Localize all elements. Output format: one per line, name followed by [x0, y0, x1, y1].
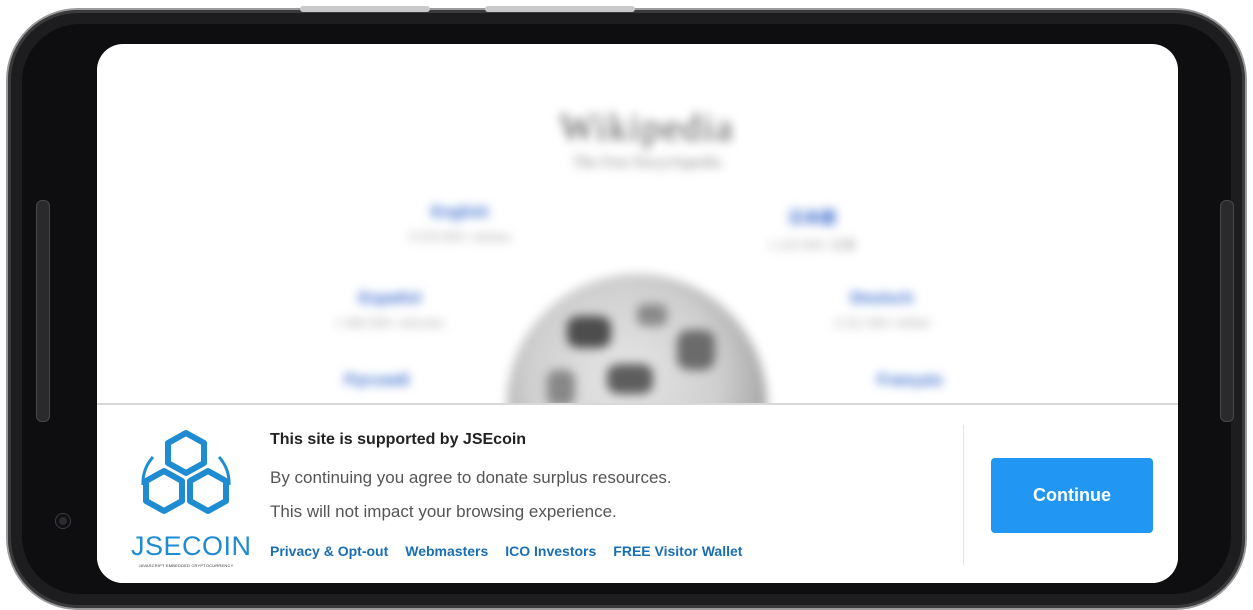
left-side-rail	[36, 200, 50, 422]
lang-name: Français	[877, 372, 943, 389]
lang-link-french[interactable]: Français	[825, 372, 995, 390]
webmasters-link[interactable]: Webmasters	[405, 543, 488, 559]
vertical-separator	[963, 425, 964, 565]
volume-button	[485, 6, 635, 12]
site-title: Wikipedia	[559, 107, 735, 149]
lang-count: 5 678 000+ articles	[409, 230, 511, 244]
lang-link-spanish[interactable]: Español 1 466 000+ artículos	[305, 290, 475, 330]
lang-count: 2 211 000+ Artikel	[834, 316, 930, 330]
hexagon-logo-icon	[141, 430, 231, 514]
banner-title: This site is supported by JSEcoin	[270, 431, 527, 448]
logo-tagline: JAVASCRIPT EMBEDDED CRYPTOCURRENCY	[138, 563, 234, 568]
ico-investors-link[interactable]: ICO Investors	[505, 543, 596, 559]
banner-message-line-2: This will not impact your browsing exper…	[270, 502, 617, 521]
blurred-website: Wikipedia The Free Encyclopedia English …	[97, 44, 1178, 534]
jsecoin-banner: JSECOIN JAVASCRIPT EMBEDDED CRYPTOCURREN…	[97, 405, 1178, 583]
logo-text: JSECOIN	[131, 531, 252, 561]
privacy-opt-out-link[interactable]: Privacy & Opt-out	[270, 543, 388, 559]
phone-screen: Wikipedia The Free Encyclopedia English …	[97, 44, 1178, 583]
jsecoin-logo: JSECOIN JAVASCRIPT EMBEDDED CRYPTOCURREN…	[131, 427, 252, 568]
lang-count: 1 123 000+ 記事	[768, 238, 856, 252]
lang-name: 日本語	[787, 210, 836, 227]
lang-count: 1 466 000+ artículos	[335, 316, 445, 330]
free-visitor-wallet-link[interactable]: FREE Visitor Wallet	[613, 543, 742, 559]
continue-button[interactable]: Continue	[991, 458, 1153, 533]
banner-message-line-1: By continuing you agree to donate surplu…	[270, 468, 672, 487]
lang-link-japanese[interactable]: 日本語 1 123 000+ 記事	[727, 204, 897, 253]
lang-link-german[interactable]: Deutsch 2 211 000+ Artikel	[797, 290, 967, 330]
right-side-rail	[1220, 200, 1234, 422]
lang-name: Deutsch	[850, 290, 914, 307]
front-camera	[56, 514, 70, 528]
lang-name: Русский	[344, 372, 410, 389]
lang-link-russian[interactable]: Русский	[292, 372, 462, 390]
power-button	[300, 6, 430, 12]
lang-link-english[interactable]: English 5 678 000+ articles	[375, 204, 545, 244]
site-subtitle: The Free Encyclopedia	[572, 154, 722, 171]
lang-name: English	[431, 204, 489, 221]
lang-name: Español	[358, 290, 422, 307]
banner-links: Privacy & Opt-out Webmasters ICO Investo…	[270, 543, 759, 559]
